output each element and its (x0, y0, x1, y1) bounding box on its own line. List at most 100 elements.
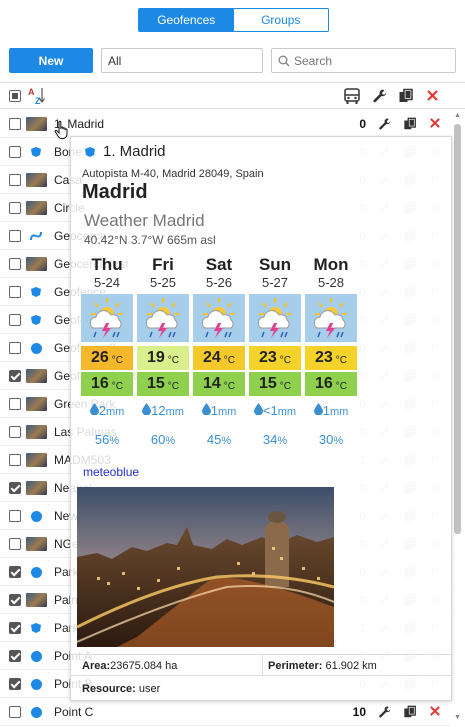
day-date: 5-26 (205, 275, 233, 290)
day-date: 5-25 (149, 275, 177, 290)
row-checkbox[interactable] (9, 398, 21, 410)
row-checkbox[interactable] (9, 594, 21, 606)
precipitation: 12mm (135, 403, 191, 418)
unit-count: 10 (352, 705, 366, 719)
day-name: Sat (205, 255, 233, 274)
copy-icon[interactable] (403, 117, 417, 131)
precip-probability: 45% (191, 432, 247, 447)
delete-all-icon[interactable] (426, 89, 439, 102)
area-value: 23675.084 ha (110, 660, 178, 672)
meteoblue-link[interactable]: meteoblue (83, 465, 139, 479)
temp-unit: °C (167, 380, 180, 392)
sort-az-icon[interactable]: A Z (27, 86, 47, 106)
precipitation: 1mm (303, 403, 359, 418)
temp-max-value: 23 (314, 349, 333, 366)
precip-probability: 60% (135, 432, 191, 447)
copy-icon[interactable] (403, 705, 417, 719)
select-all-checkbox[interactable] (9, 90, 21, 102)
scroll-up-arrow[interactable]: ▲ (453, 112, 462, 120)
raindrop-icon (313, 403, 323, 416)
scroll-down-arrow[interactable]: ▼ (453, 714, 462, 722)
temp-min: 16 °C (305, 372, 357, 396)
photo-thumbnail (26, 257, 47, 271)
row-checkbox[interactable] (9, 678, 21, 690)
temp-min-value: 15 (146, 375, 165, 392)
wrench-icon[interactable] (372, 88, 388, 104)
precipitation: <1mm (247, 403, 303, 418)
temp-max: 19 °C (137, 346, 189, 370)
scroll-thumb[interactable] (454, 124, 461, 534)
row-checkbox[interactable] (9, 650, 21, 662)
temp-unit: °C (335, 354, 348, 366)
prob-unit: % (109, 435, 120, 447)
row-checkbox[interactable] (9, 258, 21, 270)
temp-max-value: 19 (146, 349, 165, 366)
temp-min: 16 °C (81, 372, 133, 396)
new-button[interactable]: New (9, 48, 93, 73)
list-header: A Z (0, 82, 465, 109)
copy-icon[interactable] (398, 88, 414, 104)
row-checkbox[interactable] (9, 230, 21, 242)
row-checkbox[interactable] (9, 314, 21, 326)
polygon-icon (85, 147, 95, 157)
row-checkbox[interactable] (9, 482, 21, 494)
tab-switcher: Geofences Groups (138, 8, 329, 32)
circle-icon (31, 343, 42, 354)
geofence-row[interactable]: Point C 10 (0, 698, 450, 726)
temp-min: 14 °C (193, 372, 245, 396)
row-checkbox[interactable] (9, 706, 21, 718)
row-checkbox[interactable] (9, 538, 21, 550)
circle-icon (31, 567, 42, 578)
row-checkbox[interactable] (9, 454, 21, 466)
resource-value: user (138, 683, 161, 695)
row-checkbox[interactable] (9, 342, 21, 354)
photo-thumbnail (26, 453, 47, 467)
photo-thumbnail (26, 201, 47, 215)
row-checkbox[interactable] (9, 286, 21, 298)
perimeter-field: Perimeter: 61.902 km (268, 660, 377, 672)
row-checkbox[interactable] (9, 174, 21, 186)
day-name: Thu (91, 255, 123, 274)
photo-thumbnail (26, 593, 47, 607)
row-checkbox[interactable] (9, 566, 21, 578)
weather-thunderstorm-icon (305, 294, 357, 342)
popup-title-text: 1. Madrid (103, 143, 166, 160)
search-input[interactable] (292, 51, 452, 70)
wrench-icon[interactable] (378, 705, 392, 719)
wrench-icon[interactable] (378, 117, 392, 131)
prob-value: 34 (262, 432, 278, 447)
filter-select[interactable]: All (101, 48, 263, 73)
scrollbar[interactable]: ▲ ▼ (453, 112, 462, 722)
row-checkbox[interactable] (9, 622, 21, 634)
precip-unit: mm (277, 406, 297, 418)
photo-thumbnail (26, 117, 47, 131)
raindrop-icon (253, 403, 263, 416)
temp-max: 26 °C (81, 346, 133, 370)
geofence-info-popup: 1. Madrid Autopista M-40, Madrid 28049, … (70, 136, 452, 701)
row-checkbox[interactable] (9, 510, 21, 522)
delete-icon[interactable] (429, 117, 441, 129)
row-checkbox[interactable] (9, 118, 21, 130)
prob-unit: % (165, 435, 176, 447)
row-checkbox[interactable] (9, 370, 21, 382)
row-checkbox[interactable] (9, 426, 21, 438)
geofence-metrics: Area:23675.084 ha Perimeter: 61.902 km (71, 654, 451, 676)
row-checkbox[interactable] (9, 146, 21, 158)
temp-min: 15 °C (137, 372, 189, 396)
temp-unit: °C (279, 354, 292, 366)
weather-coordinates: 40.42°N 3.7°W 665m asl (84, 233, 216, 247)
polygon-icon (31, 315, 41, 325)
circle-icon (31, 511, 42, 522)
tab-geofences[interactable]: Geofences (139, 9, 234, 31)
temp-min-value: 15 (258, 375, 277, 392)
tab-groups[interactable]: Groups (233, 9, 328, 31)
delete-icon[interactable] (429, 705, 441, 717)
bus-icon[interactable] (343, 88, 361, 105)
temp-max-value: 23 (258, 349, 277, 366)
prob-value: 56 (94, 432, 110, 447)
geofence-name: Point C (54, 705, 94, 719)
temp-max: 23 °C (305, 346, 357, 370)
svg-text:Z: Z (35, 96, 41, 106)
row-checkbox[interactable] (9, 202, 21, 214)
search-box[interactable] (271, 48, 456, 73)
